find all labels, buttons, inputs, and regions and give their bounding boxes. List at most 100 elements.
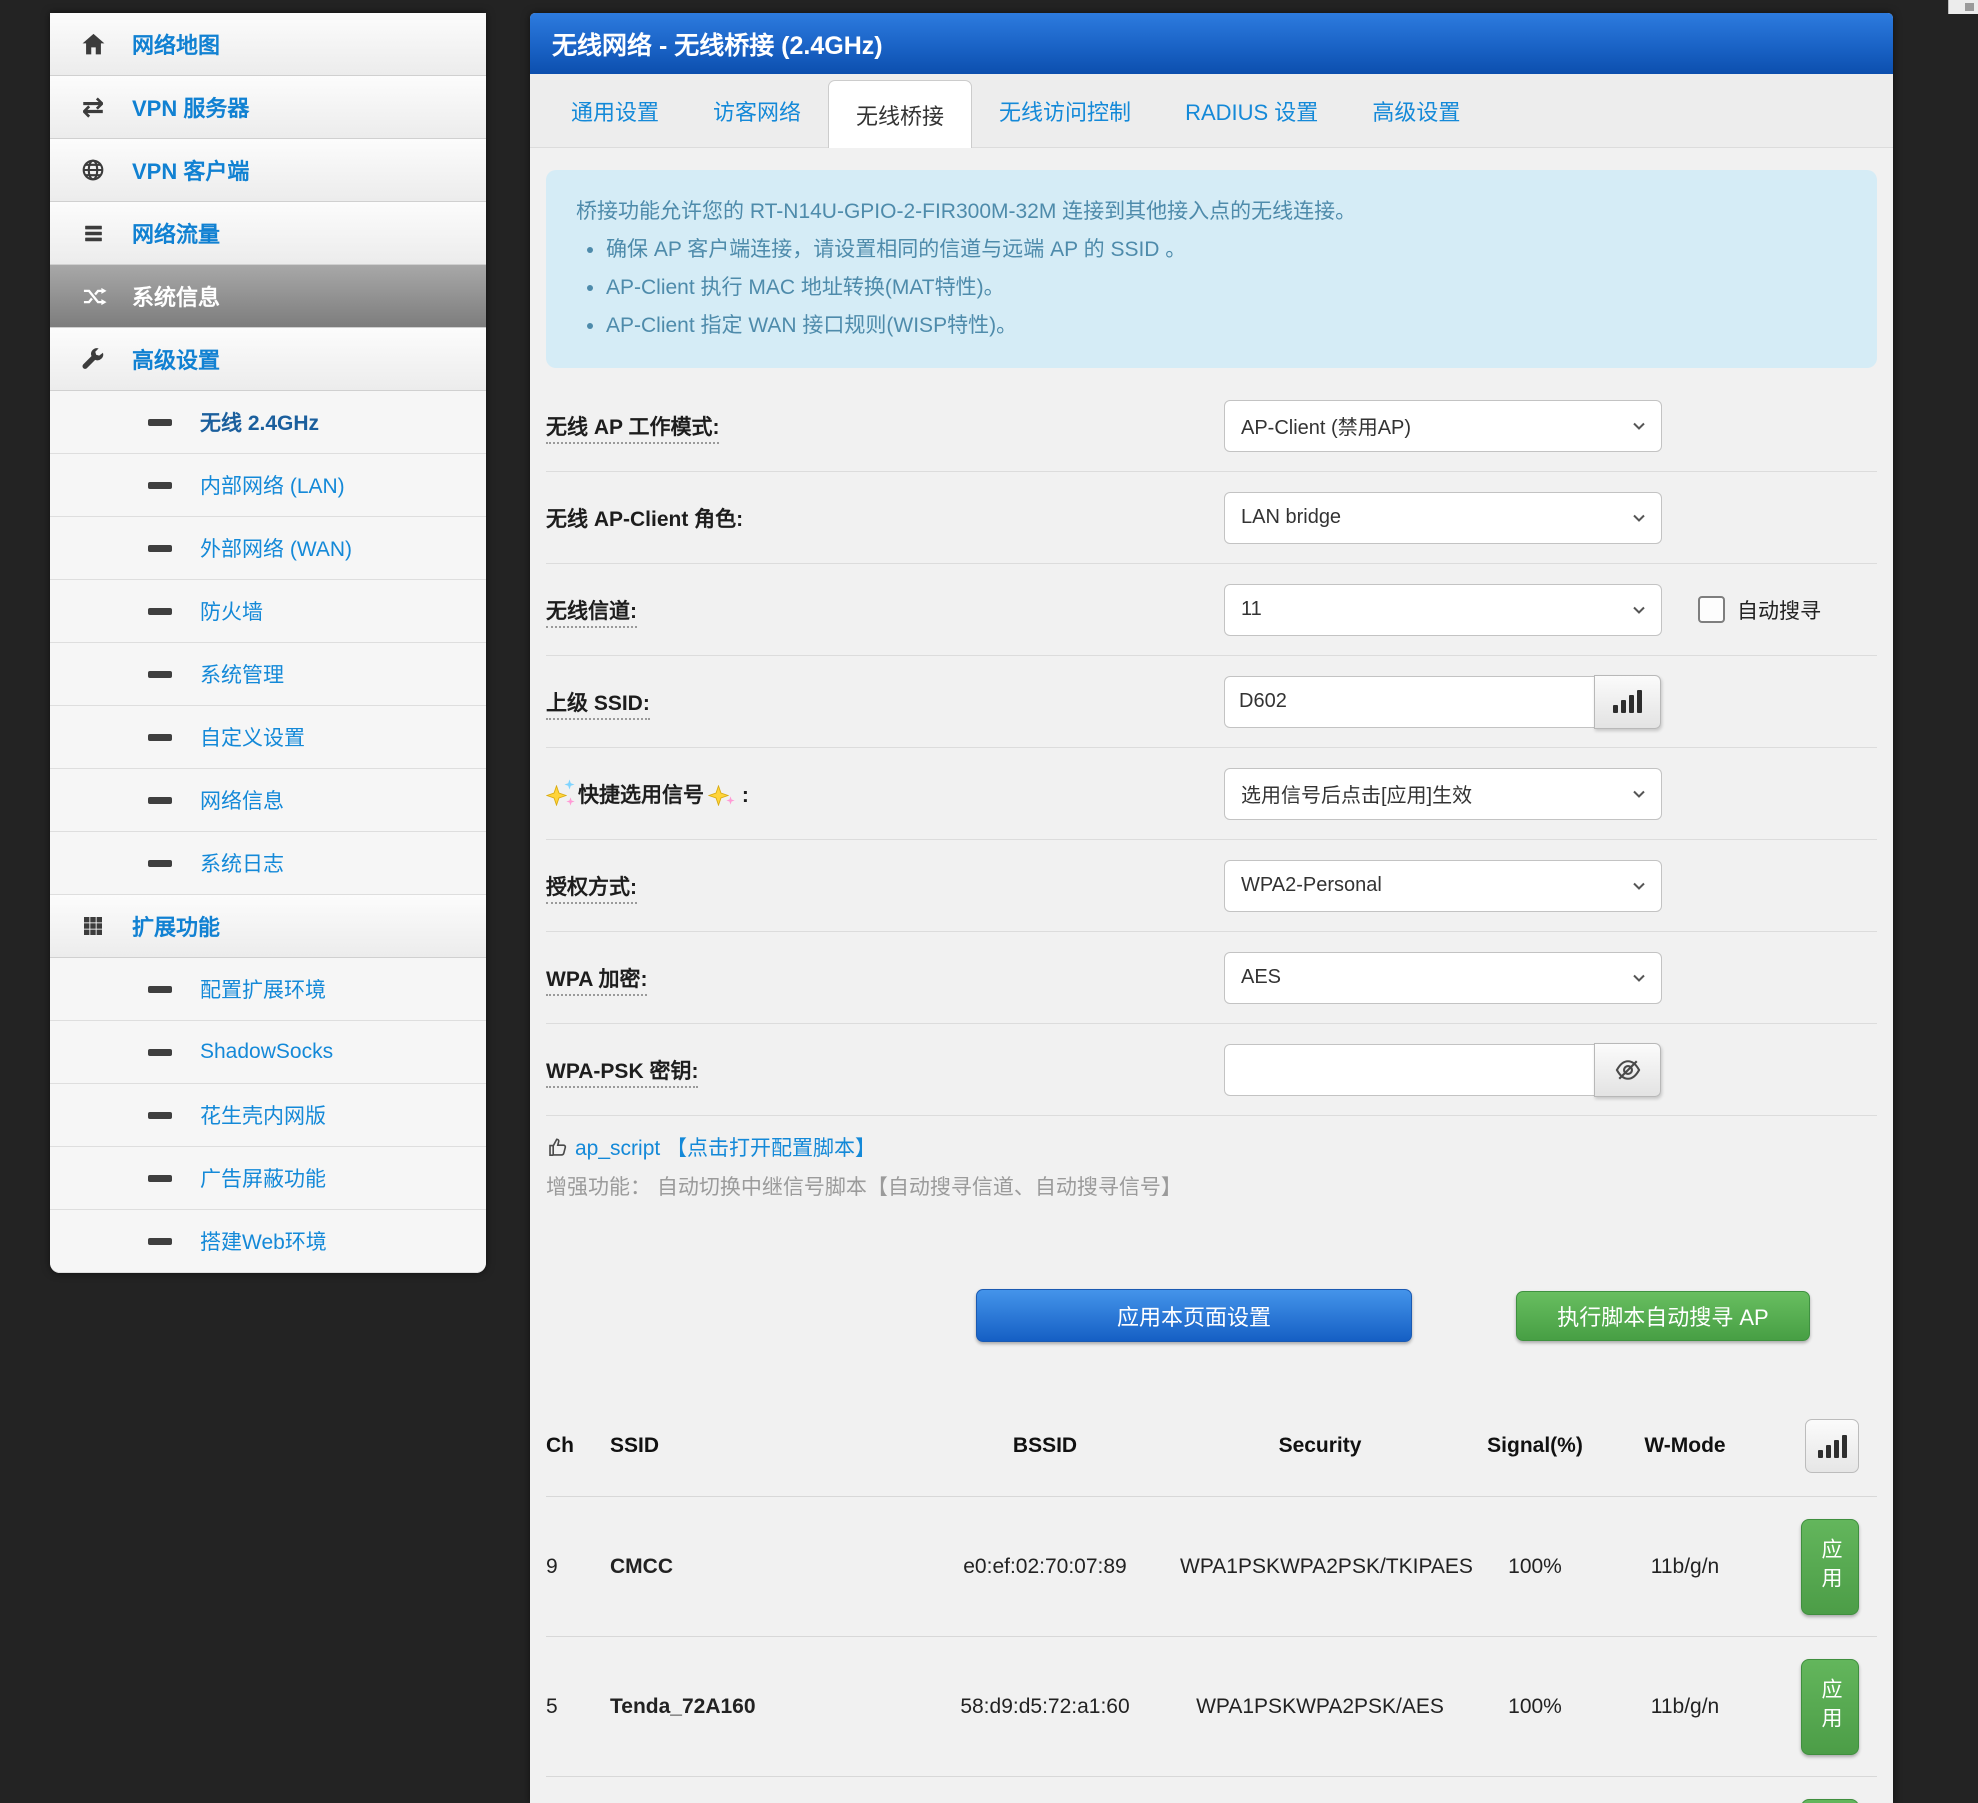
sidebar-subitem-wan[interactable]: 外部网络 (WAN)	[50, 517, 486, 580]
auth-method-select[interactable]: WPA2-Personal	[1224, 860, 1662, 912]
sidebar-item-advanced-settings[interactable]: 高级设置	[50, 328, 486, 391]
page: { "sidebar": { "top": [ { "label": "网络地图…	[0, 0, 1978, 1803]
tab-bar: 通用设置 访客网络 无线桥接 无线访问控制 RADIUS 设置 高级设置	[530, 74, 1893, 148]
sidebar-subitem-label: 系统管理	[200, 659, 284, 689]
info-box: 桥接功能允许您的 RT-N14U-GPIO-2-FIR300M-32M 连接到其…	[546, 170, 1877, 368]
channel-value: 11	[1241, 598, 1262, 621]
sidebar-subitem-shadowsocks[interactable]: ShadowSocks	[50, 1021, 486, 1084]
info-bullet: AP-Client 执行 MAC 地址转换(MAT特性)。	[606, 270, 1847, 306]
sidebar-subitem-network-info[interactable]: 网络信息	[50, 769, 486, 832]
sidebar-subitem-label: 搭建Web环境	[200, 1226, 327, 1256]
sidebar-subitem-system-log[interactable]: 系统日志	[50, 832, 486, 895]
ap-script-link[interactable]: ap_script 【点击打开配置脚本】	[546, 1132, 1877, 1162]
dash-icon	[148, 419, 172, 426]
table-row: 13 W-Vanelek d4:00:04:0c:b9:4e WPA1PSKWP…	[546, 1776, 1877, 1803]
rescan-button[interactable]	[1805, 1419, 1859, 1473]
apply-ap-button[interactable]: 应用	[1801, 1519, 1859, 1615]
sidebar-subitem-ad-block[interactable]: 广告屏蔽功能	[50, 1147, 486, 1210]
sidebar-subitem-peanut-shell[interactable]: 花生壳内网版	[50, 1084, 486, 1147]
ap-client-role-value: LAN bridge	[1241, 506, 1341, 529]
sidebar-subitem-label: 配置扩展环境	[200, 974, 326, 1004]
dash-icon	[148, 860, 172, 867]
content-panel: 无线网络 - 无线桥接 (2.4GHz) 通用设置 访客网络 无线桥接 无线访问…	[530, 13, 1893, 1803]
sidebar-item-vpn-client[interactable]: VPN 客户端	[50, 139, 486, 202]
ap-scan-table: Ch SSID BSSID Security Signal(%) W-Mode …	[530, 1396, 1893, 1803]
cell-signal: 100%	[1460, 1695, 1610, 1719]
dash-icon	[148, 1112, 172, 1119]
sidebar-subitem-lan[interactable]: 内部网络 (LAN)	[50, 454, 486, 517]
sidebar-subitem-system-admin[interactable]: 系统管理	[50, 643, 486, 706]
sidebar-item-label: 扩展功能	[132, 910, 220, 942]
col-bssid: BSSID	[910, 1434, 1180, 1458]
dash-icon	[148, 482, 172, 489]
auth-method-value: WPA2-Personal	[1241, 874, 1382, 897]
cell-security: WPA1PSKWPA2PSK/AES	[1180, 1695, 1460, 1719]
dash-icon	[148, 1238, 172, 1245]
signal-bars-icon	[1818, 1435, 1847, 1458]
channel-select[interactable]: 11	[1224, 584, 1662, 636]
auto-search-checkbox[interactable]	[1698, 596, 1725, 623]
wpa-encryption-value: AES	[1241, 966, 1281, 989]
sidebar-subitem-config-ext-env[interactable]: 配置扩展环境	[50, 958, 486, 1021]
ap-mode-value: AP-Client (禁用AP)	[1241, 411, 1411, 440]
quick-signal-label: 快捷选用信号 :	[546, 778, 1224, 809]
row-parent-ssid: 上级 SSID:	[546, 656, 1877, 748]
quick-signal-select[interactable]: 选用信号后点击[应用]生效	[1224, 768, 1662, 820]
thumbs-up-icon	[546, 1136, 569, 1159]
show-password-button[interactable]	[1594, 1043, 1661, 1097]
wpa-psk-key-input[interactable]	[1224, 1044, 1595, 1096]
parent-ssid-label: 上级 SSID:	[546, 687, 1224, 717]
wpa-encryption-select[interactable]: AES	[1224, 952, 1662, 1004]
tab-wireless-access-control[interactable]: 无线访问控制	[972, 74, 1158, 147]
apply-ap-button[interactable]: 应用	[1801, 1659, 1859, 1755]
sidebar-subitem-label: 自定义设置	[200, 722, 305, 752]
apply-page-settings-button[interactable]: 应用本页面设置	[976, 1289, 1412, 1342]
sidebar-subitem-custom-settings[interactable]: 自定义设置	[50, 706, 486, 769]
sidebar-item-vpn-server[interactable]: ⇄ VPN 服务器	[50, 76, 486, 139]
row-wpa-psk-key: WPA-PSK 密钥:	[546, 1024, 1877, 1116]
sidebar-item-system-info[interactable]: 系统信息	[50, 265, 486, 328]
col-ssid: SSID	[610, 1434, 910, 1458]
parent-ssid-input[interactable]	[1224, 676, 1595, 728]
sidebar-subitem-label: 广告屏蔽功能	[200, 1163, 326, 1193]
traffic-bars-icon	[76, 221, 110, 246]
table-header: Ch SSID BSSID Security Signal(%) W-Mode	[546, 1396, 1877, 1496]
tab-wireless-bridge[interactable]: 无线桥接	[828, 80, 972, 148]
sidebar-item-network-map[interactable]: 网络地图	[50, 13, 486, 76]
sidebar-subitem-label: ShadowSocks	[200, 1040, 333, 1064]
sidebar-subitem-label: 防火墙	[200, 596, 263, 626]
ap-client-role-select[interactable]: LAN bridge	[1224, 492, 1662, 544]
chevron-down-icon	[1629, 968, 1649, 988]
chevron-down-icon	[1629, 508, 1649, 528]
tab-guest-network[interactable]: 访客网络	[686, 74, 828, 147]
tab-general-settings[interactable]: 通用设置	[544, 74, 686, 147]
home-icon	[76, 31, 110, 58]
cell-ssid: Tenda_72A160	[610, 1695, 910, 1719]
sidebar-subitem-web-env[interactable]: 搭建Web环境	[50, 1210, 486, 1273]
auth-method-label: 授权方式:	[546, 871, 1224, 901]
tab-advanced-settings[interactable]: 高级设置	[1345, 74, 1487, 147]
dash-icon	[148, 608, 172, 615]
run-script-auto-search-button[interactable]: 执行脚本自动搜寻 AP	[1516, 1291, 1810, 1341]
sidebar-subitem-wireless-24ghz[interactable]: 无线 2.4GHz	[50, 391, 486, 454]
sidebar-subitem-firewall[interactable]: 防火墙	[50, 580, 486, 643]
sparkles-icon	[546, 778, 578, 808]
chevron-down-icon	[1629, 600, 1649, 620]
scan-signal-button[interactable]	[1594, 675, 1661, 729]
sidebar-item-label: 网络流量	[132, 217, 220, 249]
channel-label: 无线信道:	[546, 595, 1224, 625]
script-note: 增强功能： 自动切换中继信号脚本【自动搜寻信道、自动搜寻信号】	[546, 1171, 1877, 1201]
tab-radius-settings[interactable]: RADIUS 设置	[1158, 74, 1345, 147]
globe-icon	[76, 157, 110, 183]
ap-mode-select[interactable]: AP-Client (禁用AP)	[1224, 400, 1662, 452]
apply-ap-button[interactable]: 应用	[1801, 1799, 1859, 1803]
chevron-down-icon	[1629, 784, 1649, 804]
browser-scrollbar-top[interactable]	[1948, 0, 1978, 14]
auto-search-label: 自动搜寻	[1737, 595, 1821, 625]
page-header: 无线网络 - 无线桥接 (2.4GHz)	[530, 13, 1893, 74]
sidebar-item-extensions[interactable]: 扩展功能	[50, 895, 486, 958]
cell-bssid: e0:ef:02:70:07:89	[910, 1555, 1180, 1579]
row-quick-signal: 快捷选用信号 : 选用信号后点击[应用]生效	[546, 748, 1877, 840]
sidebar-item-network-traffic[interactable]: 网络流量	[50, 202, 486, 265]
ap-script-link-text: ap_script 【点击打开配置脚本】	[575, 1132, 876, 1162]
